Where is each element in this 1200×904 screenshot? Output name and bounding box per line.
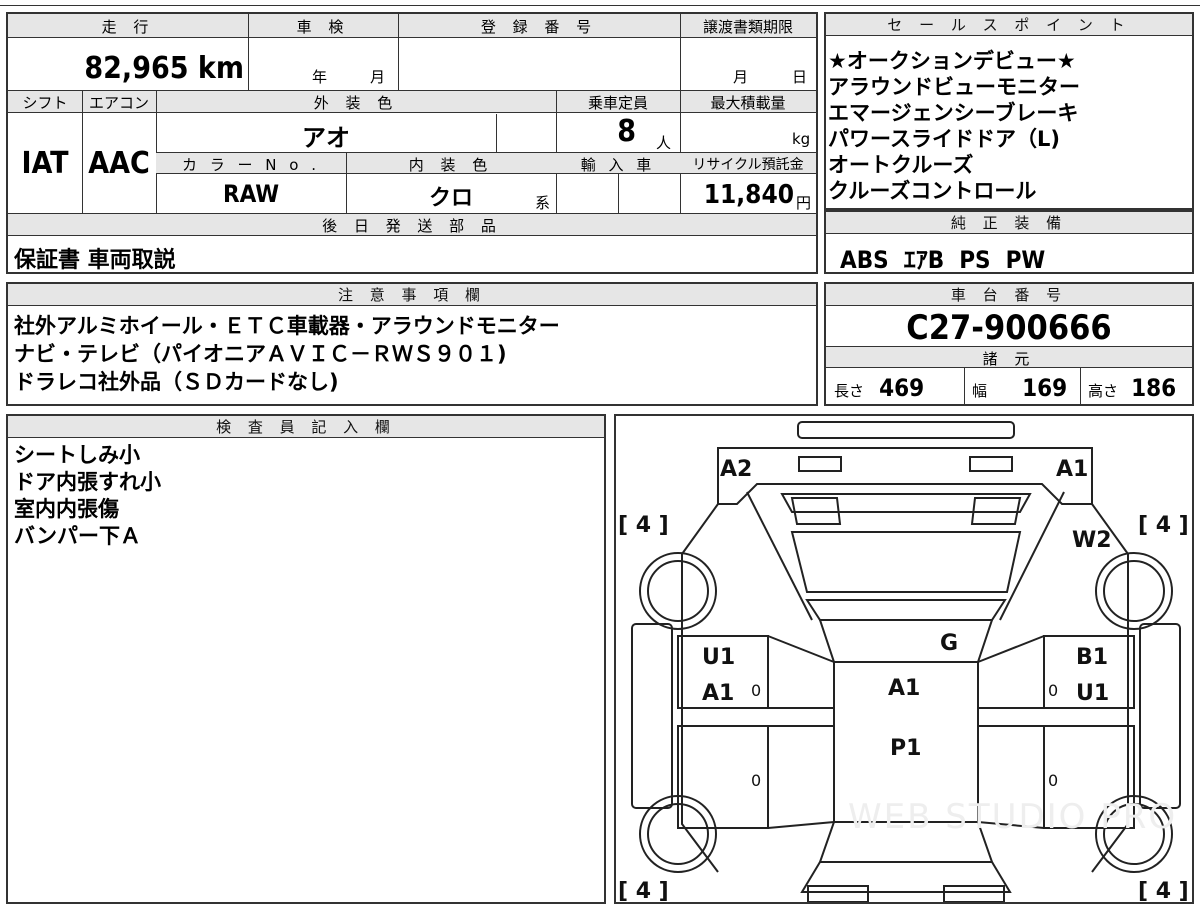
interior-color-value: クロ (428, 186, 473, 211)
transfer-day-unit: 日 (792, 68, 808, 86)
recycle-fee-value: 11,840 (703, 180, 794, 210)
door-zero-mark: 0 (751, 681, 761, 700)
mark-roof-center: A1 (888, 676, 920, 701)
notes-label: 注 意 事 項 欄 (8, 284, 816, 306)
recycle-fee-label: リサイクル預託金 (692, 157, 804, 173)
mark-left-front-door-2: A1 (702, 681, 734, 706)
chassis-box: 車 台 番 号 C27-900666 諸 元 長さ 469 幅 169 高さ 1… (824, 282, 1194, 406)
mileage-label: 走 行 (101, 18, 155, 36)
registration-label: 登 録 番 号 (480, 18, 598, 36)
sales-point-item: ★オークションデビュー★ (828, 49, 1076, 73)
mark-front-bumper-left: A2 (720, 457, 752, 482)
inspector-line: ドア内張すれ小 (14, 470, 161, 494)
chassis-label: 車 台 番 号 (826, 284, 1192, 306)
inspector-line: 室内内張傷 (14, 497, 119, 521)
height-label: 高さ (1088, 382, 1119, 400)
tire-front-left: [ 4 ] (618, 513, 669, 538)
mark-windshield: W2 (1072, 528, 1112, 553)
later-parts-label: 後 日 発 送 部 品 (322, 217, 502, 235)
width-label: 幅 (972, 382, 988, 400)
note-line: ナビ・テレビ（パイオニアＡＶＩＣ－ＲＷＳ９０１) (14, 342, 507, 366)
mileage-unit: km (197, 51, 244, 86)
specs-label: 諸 元 (982, 350, 1036, 368)
transfer-deadline-label: 譲渡書類期限 (702, 18, 793, 36)
inspector-line: シートしみ小 (14, 443, 140, 467)
mark-roof-front: G (940, 631, 958, 656)
exterior-color-label: 外 装 色 (313, 94, 399, 112)
interior-color-label: 内 装 色 (408, 156, 494, 174)
height-value: 186 (1131, 374, 1177, 402)
mark-right-front-door-1: B1 (1076, 645, 1108, 670)
aircon-value: AAC (88, 146, 150, 181)
transfer-month-unit: 月 (733, 68, 749, 86)
door-zero-mark: 0 (1048, 681, 1058, 700)
sales-points-list: ★オークションデビュー★ アラウンドビューモニター エマージェンシーブレーキ パワース… (828, 48, 1080, 204)
interior-color-suffix: 系 (535, 194, 551, 212)
genuine-equipment-value: ABS ｴｱB PS PW (840, 246, 1046, 274)
shift-label: シフト (22, 94, 68, 112)
length-value: 469 (879, 374, 925, 402)
sales-point-item: オートクルーズ (828, 153, 974, 177)
inspector-box: 検 査 員 記 入 欄 シートしみ小 ドア内張すれ小 室内内張傷バンパー下Ａ (6, 414, 606, 904)
notes-box: 注 意 事 項 欄 社外アルミホイール・ＥＴＣ車載器・アラウンドモニター ナビ・テ… (6, 282, 818, 406)
note-line: 社外アルミホイール・ＥＴＣ車載器・アラウンドモニター (14, 314, 560, 338)
notes-lines: 社外アルミホイール・ＥＴＣ車載器・アラウンドモニター ナビ・テレビ（パイオニアＡＶ… (14, 312, 560, 396)
tire-front-right: [ 4 ] (1138, 513, 1189, 538)
car-damage-diagram: A2 A1 W2 G U1 A1 B1 U1 A1 P1 0 0 0 0 [ 4… (618, 421, 1189, 902)
car-diagram-box: A2 A1 W2 G U1 A1 B1 U1 A1 P1 0 0 0 0 [ 4… (614, 414, 1194, 904)
tire-rear-right: [ 4 ] (1138, 879, 1189, 902)
inspection-month-unit: 月 (370, 68, 386, 86)
sales-point-item: パワースライドドア（L) (828, 127, 1060, 151)
capacity-unit: 人 (656, 134, 672, 152)
sales-point-item: クルーズコントロール (828, 179, 1037, 203)
genuine-equipment-box: 純 正 装 備 ABS ｴｱB PS PW (824, 210, 1194, 274)
top-strip (0, 0, 1200, 6)
later-parts-value: 保証書 車両取説 (14, 248, 176, 273)
mark-left-front-door-1: U1 (702, 645, 735, 670)
mark-roof-rear: P1 (890, 736, 921, 761)
color-no-label: カ ラ ー N o . (181, 156, 320, 174)
chassis-value: C27-900666 (906, 308, 1112, 348)
mark-front-bumper-right: A1 (1056, 457, 1088, 482)
door-zero-mark: 0 (751, 771, 761, 790)
mileage-value: 82,965 (84, 51, 189, 86)
inspector-label: 検 査 員 記 入 欄 (8, 416, 604, 438)
inspector-line: バンパー下Ａ (14, 524, 142, 548)
inspector-lines: シートしみ小 ドア内張すれ小 室内内張傷バンパー下Ａ (14, 442, 161, 550)
mark-right-front-door-2: U1 (1076, 681, 1109, 706)
capacity-value: 8 (617, 114, 636, 149)
exterior-color-value: アオ (302, 124, 350, 152)
sales-points-box: セ ー ル ス ポ イ ン ト ★オークションデビュー★ アラウンドビューモニター… (824, 12, 1194, 210)
inspection-label: 車 検 (296, 18, 350, 36)
note-line: ドラレコ社外品（ＳＤカードなし) (14, 370, 339, 394)
color-no-value: RAW (222, 180, 280, 208)
aircon-label: エアコン (88, 94, 149, 112)
width-value: 169 (1022, 374, 1068, 402)
recycle-fee-unit: 円 (796, 194, 812, 212)
door-zero-mark: 0 (1048, 771, 1058, 790)
max-load-unit: kg (792, 130, 811, 148)
tire-rear-left: [ 4 ] (618, 879, 669, 902)
genuine-equipment-label: 純 正 装 備 (826, 212, 1192, 234)
inspection-year-unit: 年 (312, 68, 328, 86)
shift-value: IAT (21, 146, 69, 181)
vehicle-info-grid: 走 行 車 検 登 録 番 号 譲渡書類期限 82,965 km 年 月 月 日… (6, 12, 818, 274)
sales-point-item: エマージェンシーブレーキ (828, 101, 1079, 125)
max-load-label: 最大積載量 (710, 94, 786, 112)
capacity-label: 乗車定員 (587, 94, 648, 112)
import-label: 輸 入 車 (580, 156, 656, 174)
sales-points-label: セ ー ル ス ポ イ ン ト (826, 14, 1192, 36)
sales-point-item: アラウンドビューモニター (828, 75, 1080, 99)
watermark: WEB STUDIO PRO (848, 797, 1177, 837)
length-label: 長さ (834, 382, 865, 400)
